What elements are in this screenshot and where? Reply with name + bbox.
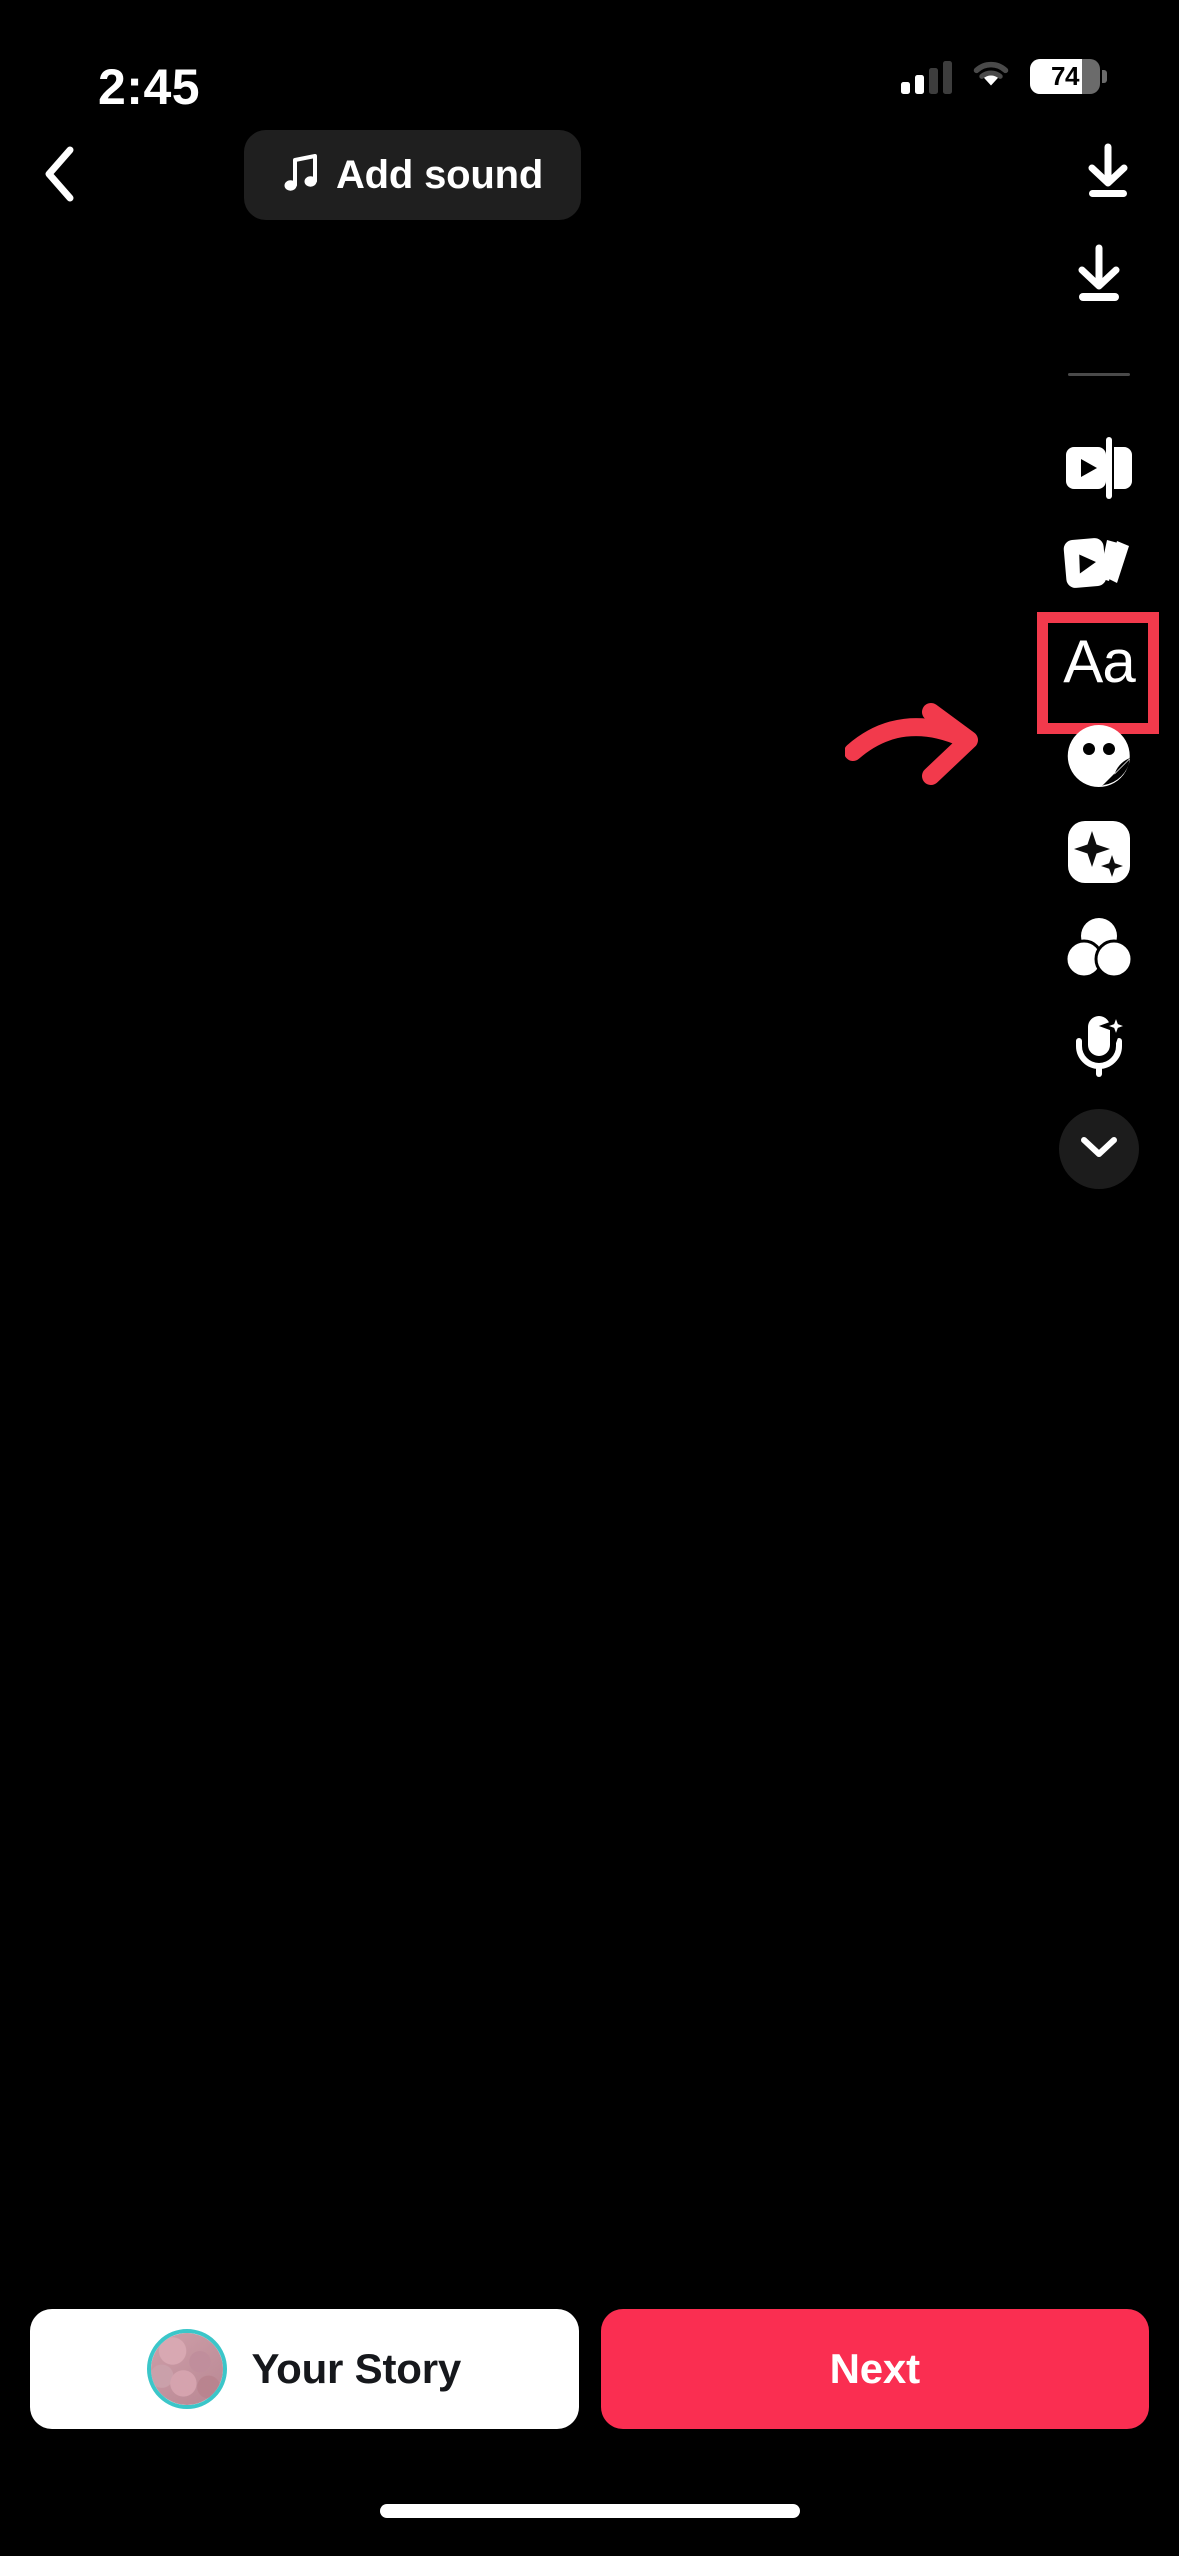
download-icon: [1078, 143, 1138, 210]
cellular-signal-icon: [901, 60, 952, 94]
video-preview-canvas[interactable]: [0, 225, 1179, 2275]
sidebar-item-clips[interactable]: [1019, 518, 1179, 614]
sidebar-item-more[interactable]: [1019, 1094, 1179, 1204]
status-bar-time: 2:45: [98, 59, 201, 115]
next-label: Next: [829, 2345, 920, 2392]
avatar: [147, 2329, 228, 2409]
your-story-button[interactable]: Your Story: [30, 2309, 579, 2429]
your-story-label: Your Story: [251, 2345, 462, 2392]
sidebar-item-filters[interactable]: [1019, 902, 1179, 998]
sidebar-item-download[interactable]: [1019, 230, 1179, 326]
battery-icon: 74: [1030, 59, 1107, 94]
filters-circles-icon: [1062, 914, 1136, 987]
sidebar-item-text[interactable]: Aa: [1019, 612, 1179, 734]
download-icon: [1068, 244, 1130, 313]
next-button[interactable]: Next: [600, 2309, 1149, 2429]
video-editor-screen: 2:45 74 Add sound Aa Your Story Next: [0, 0, 1179, 2556]
sidebar-item-stickers[interactable]: [1019, 710, 1179, 806]
music-note-icon: [282, 152, 320, 199]
bottom-action-bar: Your Story Next: [0, 2304, 1179, 2434]
add-sound-button[interactable]: Add sound: [244, 130, 582, 220]
sidebar-item-effects[interactable]: [1019, 806, 1179, 902]
back-button[interactable]: [18, 133, 104, 219]
status-bar: 2:45 74: [0, 0, 1179, 120]
wifi-icon: [970, 58, 1012, 95]
sparkle-effects-icon: [1064, 817, 1134, 892]
clip-stack-icon: [1061, 529, 1137, 604]
sidebar-divider: [1019, 326, 1179, 422]
sticker-face-icon: [1064, 721, 1134, 796]
curved-arrow-right-icon: [844, 690, 1005, 800]
top-bar: Add sound: [0, 125, 1179, 225]
tool-sidebar: Aa: [1019, 230, 1179, 1204]
chevron-left-icon: [39, 144, 83, 209]
home-indicator: [379, 2504, 800, 2518]
download-button[interactable]: [1065, 133, 1151, 219]
battery-percent-label: 74: [1051, 61, 1079, 91]
text-aa-icon: Aa: [1063, 628, 1135, 695]
sidebar-item-voice-effects[interactable]: [1019, 998, 1179, 1094]
status-bar-indicators: 74: [901, 58, 1107, 95]
chevron-down-icon: [1079, 1134, 1119, 1165]
add-sound-label: Add sound: [336, 152, 544, 197]
microphone-sparkle-icon: [1063, 1008, 1135, 1085]
sidebar-item-trim[interactable]: [1019, 422, 1179, 518]
trim-video-icon: [1062, 433, 1136, 508]
